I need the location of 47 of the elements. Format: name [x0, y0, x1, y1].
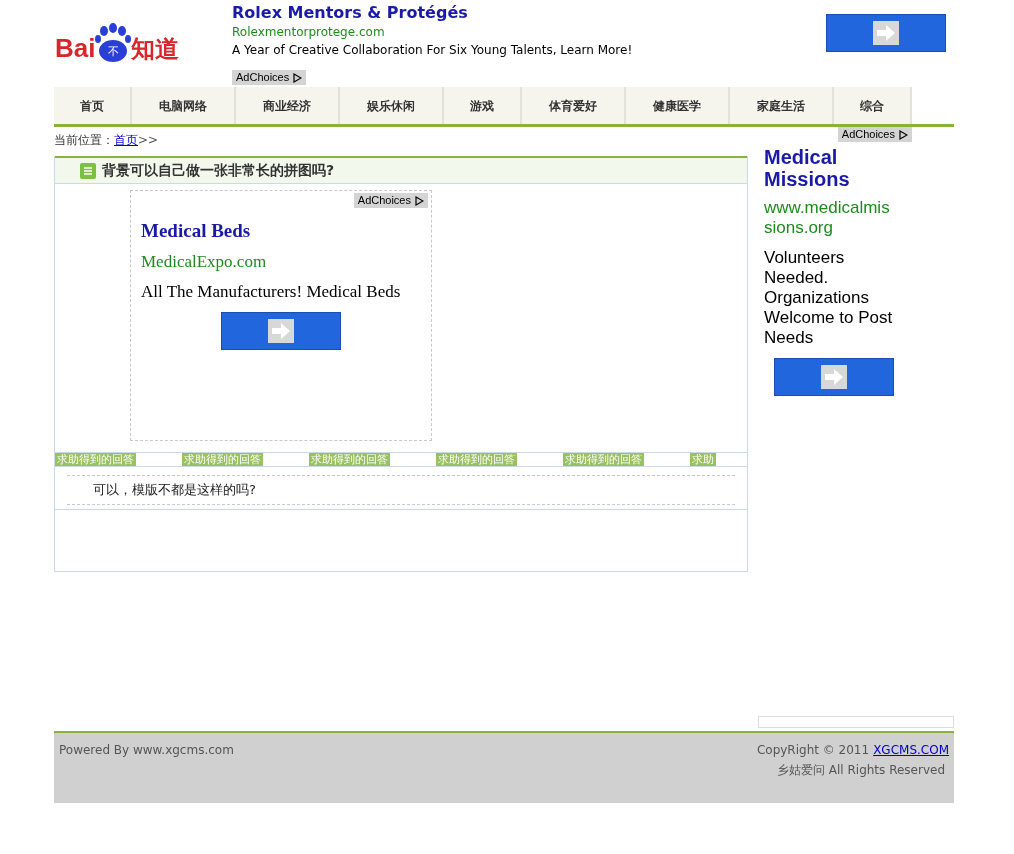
breadcrumb-link[interactable]: 首页	[114, 131, 138, 149]
ad-description: Volunteers Needed. Organizations Welcome to Post Needs	[764, 248, 894, 348]
arrow-button[interactable]	[221, 312, 341, 350]
answer-tab-label: 求助	[690, 453, 716, 466]
list-icon	[80, 162, 96, 179]
ad-url[interactable]: MedicalExpo.com	[141, 251, 421, 273]
paw-icon	[95, 23, 132, 63]
ad-url[interactable]: www.medicalmissions.org	[764, 198, 898, 238]
ad-title[interactable]: Medical Missions	[764, 146, 884, 190]
logo-text: Bai	[55, 35, 96, 61]
nav-tab[interactable]: 商业经济	[236, 87, 340, 124]
nav-tab[interactable]: 游戏	[444, 87, 522, 124]
play-icon	[293, 72, 303, 83]
nav-tab[interactable]: 健康医学	[626, 87, 730, 124]
answer-tab-label: 求助得到的回答	[309, 453, 390, 466]
rights-text: 乡姑爱问 All Rights Reserved	[776, 762, 945, 779]
arrow-button[interactable]	[774, 358, 894, 396]
ad-url[interactable]: Rolexmentorprotege.com	[232, 23, 826, 41]
nav-tab[interactable]: 体育爱好	[522, 87, 626, 124]
ad-title[interactable]: Rolex Mentors & Protégés	[232, 4, 826, 22]
ad-title[interactable]: Medical Beds	[141, 219, 421, 243]
adchoices-badge[interactable]: AdChoices	[232, 70, 307, 85]
ad-description: All The Manufacturers! Medical Beds	[141, 281, 402, 303]
play-icon	[899, 129, 908, 140]
play-icon	[415, 195, 424, 206]
answer-tab-label: 求助得到的回答	[182, 453, 263, 466]
powered-by-text: Powered By www.xgcms.com	[59, 742, 234, 759]
answer-tab-label: 求助得到的回答	[563, 453, 644, 466]
question-title: 背景可以自己做一张非常长的拼图吗?	[102, 161, 335, 180]
breadcrumb-label: 当前位置：	[54, 132, 114, 149]
copyright-link[interactable]: XGCMS.COM	[873, 741, 949, 759]
arrow-button[interactable]	[826, 14, 946, 52]
nav-tab[interactable]: 娱乐休闲	[340, 87, 444, 124]
ad-description: A Year of Creative Collaboration For Six Young Talents, Learn More!	[232, 42, 634, 59]
nav-tab[interactable]: 首页	[54, 87, 132, 124]
nav-tab[interactable]: 综合	[834, 87, 912, 124]
logo-text: 知道	[131, 37, 180, 61]
nav-tab[interactable]: 电脑网络	[132, 87, 236, 124]
adchoices-badge[interactable]: AdChoices	[837, 127, 912, 142]
answer-tab-label: 求助得到的回答	[436, 453, 517, 466]
nav-tab[interactable]: 家庭生活	[730, 87, 834, 124]
answer-tab-label: 求助得到的回答	[55, 453, 136, 466]
copyright-text: CopyRight © 2011	[756, 742, 870, 759]
breadcrumb-separator: >>	[138, 132, 159, 149]
adchoices-badge[interactable]: AdChoices	[353, 193, 428, 208]
logo-badge-text: 不	[107, 46, 119, 57]
answer-text: 可以，模版不都是这样的吗?	[93, 481, 256, 500]
